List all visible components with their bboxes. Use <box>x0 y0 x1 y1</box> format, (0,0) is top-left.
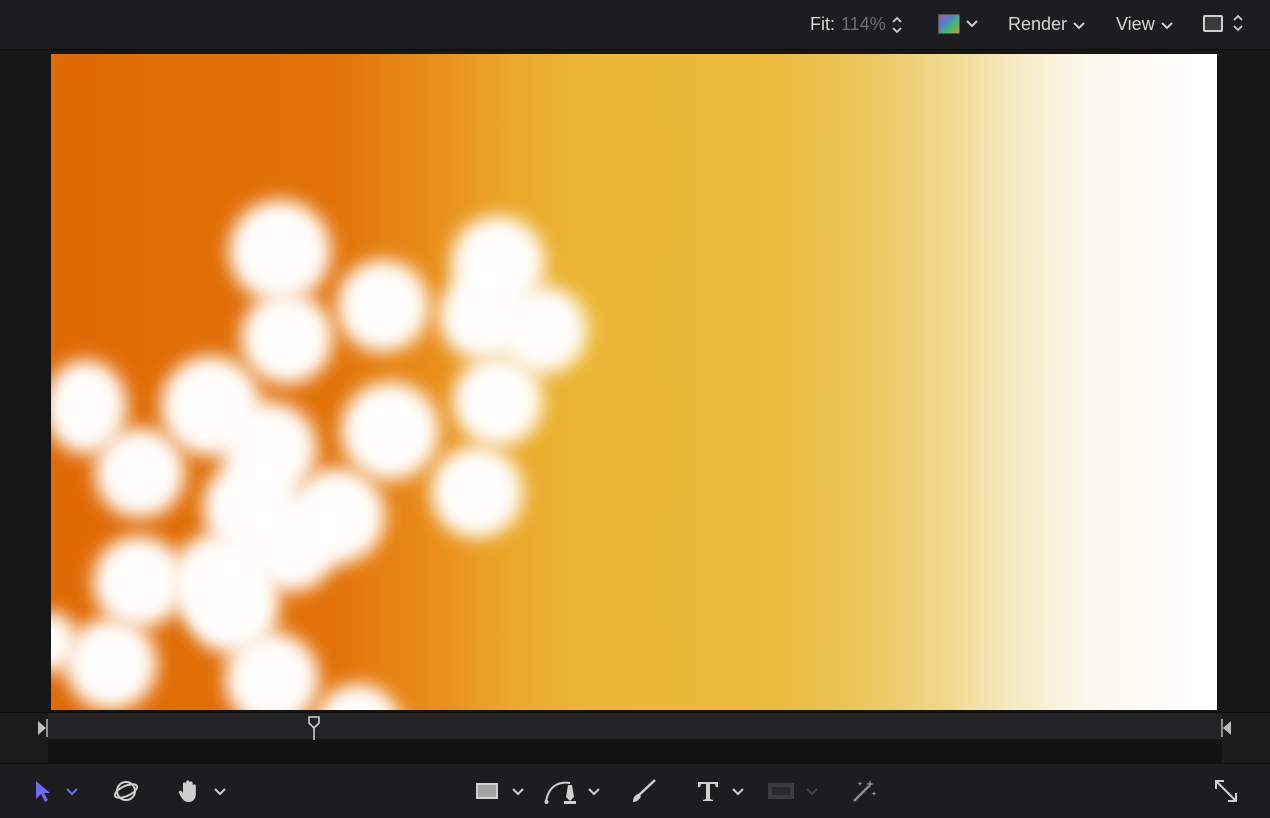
chevron-down-icon <box>1073 14 1085 35</box>
chevron-down-icon <box>1160 14 1173 35</box>
play-range-in-marker[interactable] <box>36 717 50 739</box>
canvas-header-bar: Fit: 114% Render View <box>0 0 1270 50</box>
render-label: Render <box>1008 14 1068 34</box>
bezier-tool-button[interactable] <box>544 776 600 806</box>
timeline-bar[interactable] <box>48 740 1222 764</box>
play-range-out-marker[interactable] <box>1219 717 1233 739</box>
canvas-toolbar <box>0 764 1270 818</box>
bokeh-particle <box>241 292 333 384</box>
adjust-items-tool-button[interactable] <box>850 776 878 806</box>
canvas-viewport[interactable] <box>0 50 1270 712</box>
bokeh-particle <box>337 260 429 352</box>
bokeh-particle <box>315 684 401 710</box>
arrow-pointer-icon <box>36 781 50 802</box>
chevron-down-icon <box>966 15 978 33</box>
chevron-down-icon <box>66 788 78 796</box>
chevron-down-icon <box>732 788 744 796</box>
expand-arrows-icon <box>1215 780 1237 802</box>
shape-tool-button[interactable] <box>474 776 524 806</box>
timeline-ruler[interactable] <box>48 713 1222 739</box>
canvas-image[interactable] <box>51 54 1217 710</box>
chevron-down-icon <box>512 788 524 796</box>
bokeh-particle <box>95 428 185 518</box>
color-channels-icon <box>938 14 960 34</box>
fit-zoom-control[interactable]: Fit: 114% <box>810 14 902 35</box>
text-tool-button[interactable] <box>696 776 744 806</box>
chevron-down-icon <box>214 788 226 796</box>
chevron-down-icon <box>806 788 818 796</box>
bokeh-particle <box>229 200 331 302</box>
color-channels-button[interactable] <box>938 14 978 34</box>
fit-value: 114% <box>841 14 886 34</box>
bokeh-particle <box>341 382 439 480</box>
fit-label: Fit: <box>810 14 835 34</box>
orbit-tool-button[interactable] <box>112 776 140 806</box>
paint-brush-icon <box>633 779 656 802</box>
layout-menu-button[interactable] <box>1203 14 1243 32</box>
fullscreen-button[interactable] <box>1212 776 1240 806</box>
mini-timeline[interactable] <box>0 712 1270 764</box>
layout-icon <box>1203 14 1223 32</box>
stepper-arrows-icon <box>892 16 902 34</box>
stepper-arrows-icon <box>1233 14 1243 32</box>
paint-stroke-tool-button[interactable] <box>630 776 658 806</box>
hand-icon <box>178 780 196 802</box>
render-menu-button[interactable]: Render <box>1008 14 1085 35</box>
bokeh-particle <box>93 536 185 628</box>
bokeh-particle <box>65 618 157 710</box>
playhead-marker[interactable] <box>306 715 322 741</box>
chevron-down-icon <box>588 788 600 796</box>
bokeh-particle <box>431 446 523 538</box>
text-t-icon <box>698 782 718 801</box>
bokeh-particle <box>225 632 319 710</box>
mask-tool-button <box>766 776 818 806</box>
view-label: View <box>1116 14 1155 34</box>
orbit-3d-icon <box>113 781 139 801</box>
pan-tool-button[interactable] <box>176 776 226 806</box>
bokeh-particle <box>453 356 543 446</box>
rectangle-icon <box>476 783 498 799</box>
motion-canvas-app: Fit: 114% Render View <box>0 0 1270 818</box>
view-menu-button[interactable]: View <box>1116 14 1173 35</box>
select-tool-button[interactable] <box>34 776 78 806</box>
bezier-pen-icon <box>544 781 576 804</box>
mask-rectangle-icon <box>768 783 794 799</box>
magic-wand-icon <box>853 780 877 802</box>
